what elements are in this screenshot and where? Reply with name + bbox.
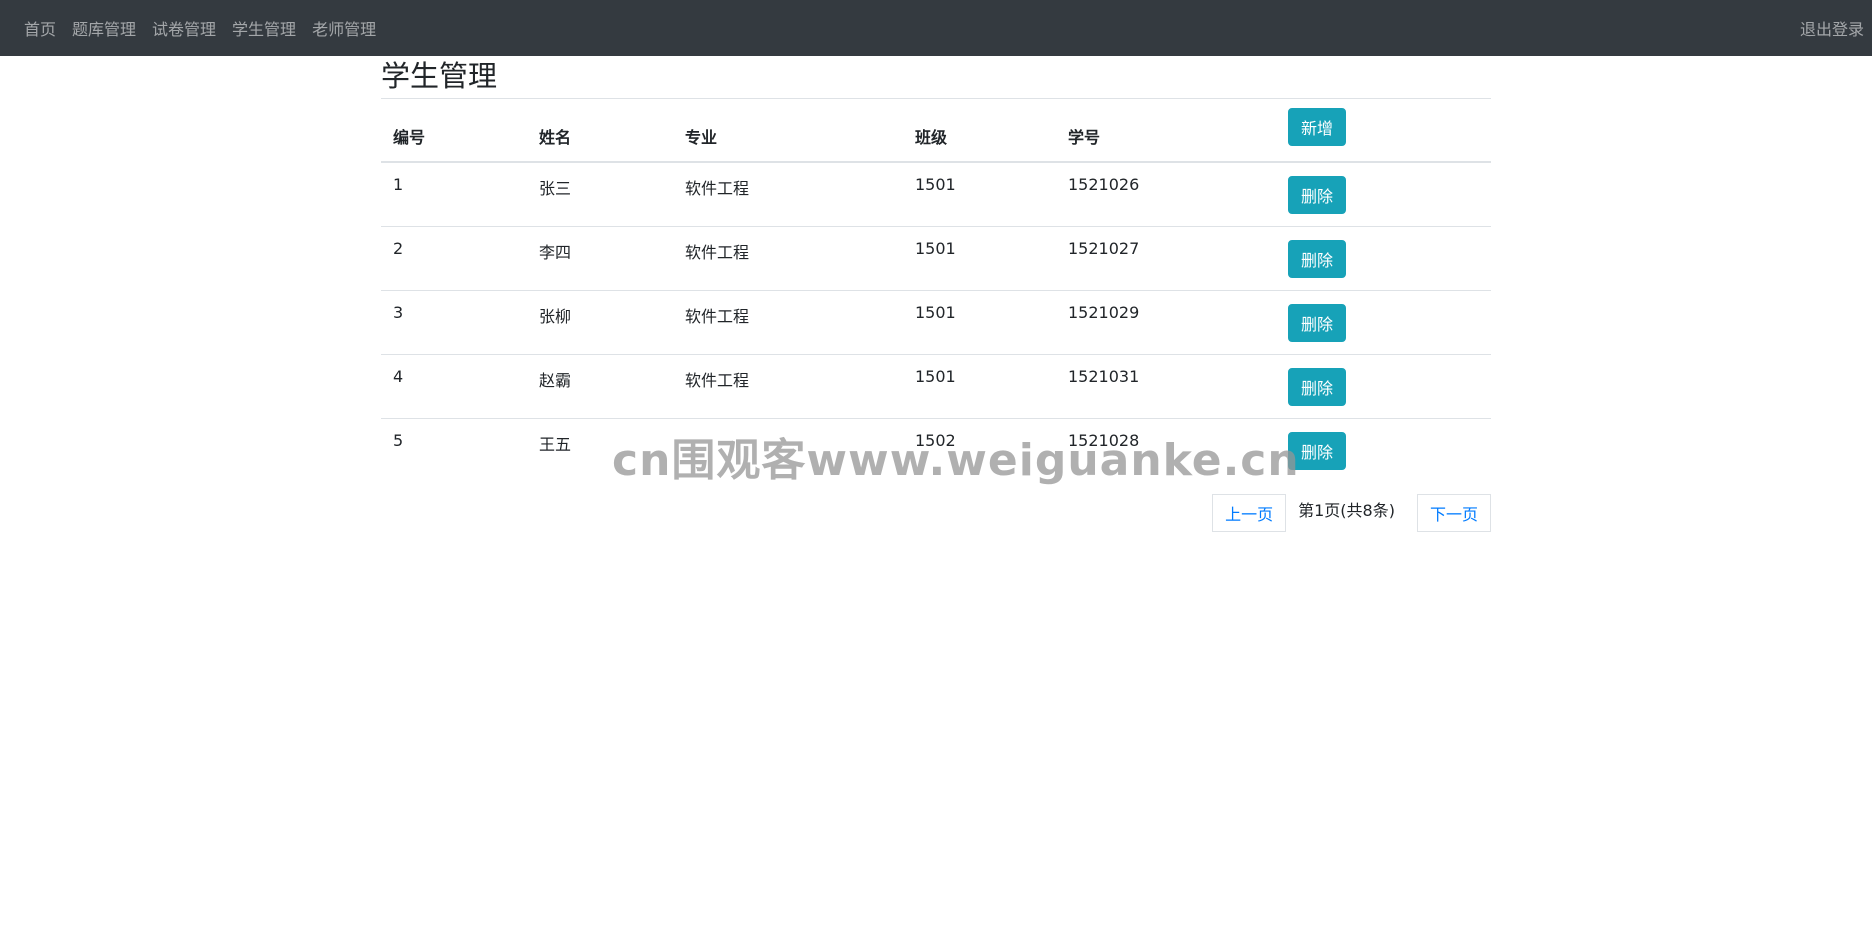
cell-student-no: 1521028 xyxy=(1068,431,1140,450)
cell-actions: 删除 xyxy=(1276,354,1491,419)
cell-actions: 删除 xyxy=(1276,290,1491,355)
nav-home[interactable]: 首页 xyxy=(24,16,56,40)
cell-name: 李四 xyxy=(527,226,673,291)
cell-class: 1501 xyxy=(903,354,1056,419)
cell-name: 张三 xyxy=(527,162,673,227)
cell-name: 王五 xyxy=(539,435,572,454)
add-student-button[interactable]: 新增 xyxy=(1288,107,1347,146)
nav-menu: 首页 题库管理 试卷管理 学生管理 老师管理 xyxy=(24,16,392,40)
prev-page-button[interactable]: 上一页 xyxy=(1212,494,1287,532)
pagination: 上一页 第1页(共8条) 下一页 xyxy=(381,494,1491,532)
logout-link[interactable]: 退出登录 xyxy=(1800,20,1864,39)
cell-name: 赵霸 xyxy=(527,354,673,419)
cell-student-no: 1521031 xyxy=(1056,354,1276,419)
delete-button[interactable]: 删除 xyxy=(1288,304,1347,342)
nav-question-bank[interactable]: 题库管理 xyxy=(72,16,136,40)
page-info: 第1页(共8条) xyxy=(1298,501,1395,520)
header-name: 姓名 xyxy=(527,99,673,163)
table-header-row: 编号 姓名 专业 班级 学号 新增 xyxy=(381,99,1491,163)
cell-actions: 删除 xyxy=(1276,226,1491,291)
table-row: 3 张柳 软件工程 1501 1521029 删除 xyxy=(381,290,1491,355)
next-page-button[interactable]: 下一页 xyxy=(1416,494,1491,532)
cell-major: 软件工程 xyxy=(673,162,903,227)
delete-button[interactable]: 删除 xyxy=(1288,368,1347,406)
cell-id: 4 xyxy=(381,354,527,419)
cell-class: 1502 xyxy=(915,431,956,450)
table-row: 2 李四 软件工程 1501 1521027 删除 xyxy=(381,226,1491,291)
cell-class: 1501 xyxy=(903,226,1056,291)
cell-class: 1501 xyxy=(903,162,1056,227)
top-navbar: 首页 题库管理 试卷管理 学生管理 老师管理 退出登录 xyxy=(0,0,1872,56)
cell-student-no: 1521026 xyxy=(1056,162,1276,227)
table-row: 4 赵霸 软件工程 1501 1521031 删除 xyxy=(381,354,1491,419)
cell-actions: 删除 xyxy=(1276,419,1491,483)
nav-paper-management[interactable]: 试卷管理 xyxy=(152,16,216,40)
cell-id: 5 xyxy=(393,431,404,450)
cell-major: 软件工程 xyxy=(673,226,903,291)
cell-major: 软件工程 xyxy=(673,290,903,355)
table-row: 5 王五 1502 1521028 删除 xyxy=(381,419,1491,483)
cell-id: 2 xyxy=(381,226,527,291)
page-title: 学生管理 xyxy=(381,56,1491,99)
cell-class: 1501 xyxy=(903,290,1056,355)
header-major: 专业 xyxy=(673,99,903,163)
nav-student-management[interactable]: 学生管理 xyxy=(232,16,296,40)
delete-button[interactable]: 删除 xyxy=(1288,176,1347,214)
cell-major: 软件工程 xyxy=(673,354,903,419)
nav-teacher-management[interactable]: 老师管理 xyxy=(312,16,376,40)
cell-student-no: 1521029 xyxy=(1056,290,1276,355)
main-content: 学生管理 编号 姓名 专业 班级 学号 新增 1 张三 软件工程 1501 15… xyxy=(381,56,1491,532)
header-student-no: 学号 xyxy=(1056,99,1276,163)
student-table: 编号 姓名 专业 班级 学号 新增 1 张三 软件工程 1501 1521026… xyxy=(381,99,1491,482)
delete-button[interactable]: 删除 xyxy=(1288,432,1347,470)
nav-right: 退出登录 xyxy=(1800,16,1864,40)
cell-major xyxy=(673,419,903,483)
header-actions: 新增 xyxy=(1276,99,1491,163)
cell-actions: 删除 xyxy=(1276,162,1491,227)
cell-name: 张柳 xyxy=(527,290,673,355)
header-class: 班级 xyxy=(903,99,1056,163)
cell-student-no: 1521027 xyxy=(1056,226,1276,291)
delete-button[interactable]: 删除 xyxy=(1288,240,1347,278)
cell-id: 3 xyxy=(381,290,527,355)
cell-id: 1 xyxy=(381,162,527,227)
header-id: 编号 xyxy=(381,99,527,163)
table-row: 1 张三 软件工程 1501 1521026 删除 xyxy=(381,162,1491,227)
